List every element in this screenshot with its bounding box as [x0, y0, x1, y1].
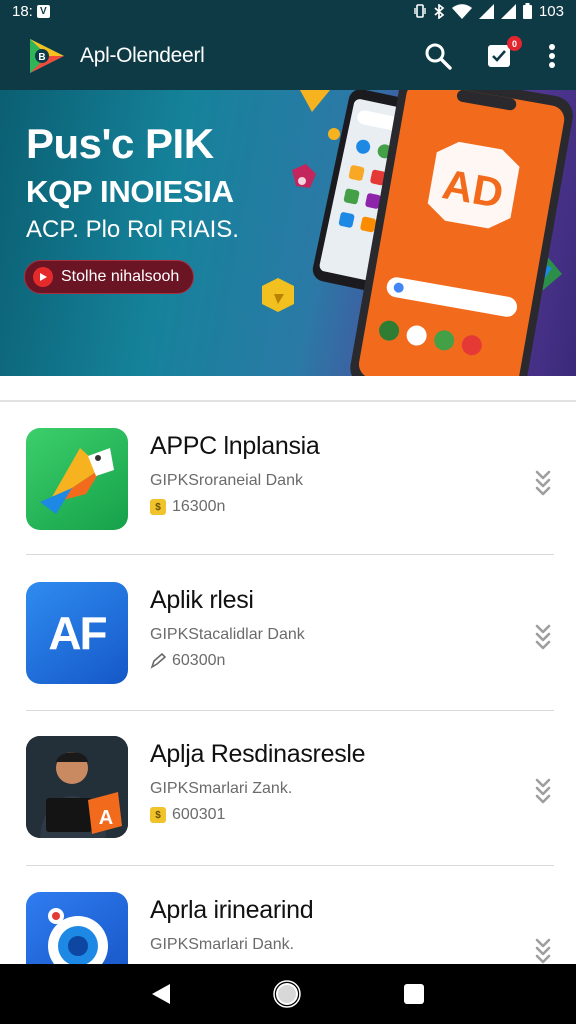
signal-icon [500, 3, 516, 19]
row-divider [26, 865, 554, 866]
app-bar: B Apl-Olendeerl 0 [0, 22, 576, 90]
app-meta-value: 16300n [172, 498, 226, 515]
more-options-button[interactable] [548, 43, 556, 69]
banner-subtitle: KQP INOIESIA [26, 174, 234, 209]
search-button[interactable] [424, 42, 452, 70]
search-icon [425, 43, 452, 70]
download-icon[interactable] [534, 936, 552, 964]
download-icon[interactable] [534, 468, 552, 496]
banner-headline: Pus'c PIK [26, 120, 214, 167]
app-name: Aplik rlesi [150, 586, 254, 614]
home-icon[interactable] [273, 980, 301, 1008]
list-top-divider [0, 400, 576, 402]
app-actions: 0 [424, 36, 556, 70]
list-item[interactable]: AF Aplik rlesi GIPKStacalidlar Dank 6030… [26, 582, 554, 684]
play-logo-icon[interactable]: B [24, 33, 70, 79]
app-meta-value: 60300n [172, 652, 226, 669]
notification-icon: V [36, 4, 50, 18]
promo-banner[interactable]: AD Pus'c PIK KQP INOIESIA ACP. Plo Rol R… [0, 90, 576, 376]
banner-cta-button[interactable]: Stolhe nihalsooh [24, 260, 195, 294]
person-app-icon: A [26, 736, 128, 838]
af-app-icon: AF [26, 582, 128, 684]
green-app-icon [26, 428, 128, 530]
coin-badge-icon: $ [150, 807, 166, 823]
row-divider [26, 710, 554, 711]
svg-text:A: A [99, 807, 113, 829]
status-left: 18: V [12, 3, 50, 20]
app-meta: 60300n [150, 652, 225, 670]
svg-text:B: B [38, 52, 45, 63]
app-meta-value: 600301 [172, 806, 226, 823]
app-title: Apl-Olendeerl [80, 44, 205, 67]
recents-icon[interactable] [402, 982, 426, 1006]
row-divider [26, 554, 554, 555]
app-name: APPC lnplansia [150, 432, 320, 460]
back-icon[interactable] [150, 982, 172, 1006]
app-developer: GIPKSroraneial Dank [150, 472, 303, 489]
battery-level: 103 [538, 2, 564, 20]
system-nav-bar [0, 964, 576, 1024]
wifi-icon [451, 3, 472, 19]
status-bar: 18: V 103 [0, 0, 576, 22]
edit-icon [150, 653, 166, 669]
app-meta: $ 600301 [150, 806, 225, 824]
app-developer: GIPKSmarlari Dank. [150, 936, 295, 953]
signal-icon [478, 3, 494, 19]
banner-cta-label: Stolhe nihalsooh [61, 268, 180, 285]
list-item[interactable]: A Aplja Resdinasresle GIPKSmarlari Zank.… [26, 736, 554, 838]
notification-badge: 0 [507, 36, 522, 51]
more-vert-icon [549, 44, 555, 68]
banner-tagline: ACP. Plo Rol RIAIS. [26, 216, 239, 243]
list-item[interactable]: APPC lnplansia GIPKSroraneial Dank $ 163… [26, 428, 554, 530]
af-app-icon-text: AF [48, 607, 107, 659]
app-developer: GIPKStacalidlar Dank [150, 626, 305, 643]
app-name: Aplja Resdinasresle [150, 740, 366, 768]
download-icon[interactable] [534, 622, 552, 650]
status-time: 18: [12, 2, 33, 20]
play-circle-icon [33, 267, 53, 287]
inbox-button[interactable]: 0 [486, 36, 522, 70]
battery-icon [522, 3, 532, 19]
app-developer: GIPKSmarlari Zank. [150, 780, 293, 797]
status-right: 103 [414, 3, 564, 20]
app-meta: $ 16300n [150, 498, 225, 516]
vibrate-icon [414, 4, 426, 18]
coin-badge-icon: $ [150, 499, 166, 515]
app-name: Aprla irinearind [150, 896, 314, 924]
bluetooth-icon [434, 3, 445, 19]
download-icon[interactable] [534, 776, 552, 804]
